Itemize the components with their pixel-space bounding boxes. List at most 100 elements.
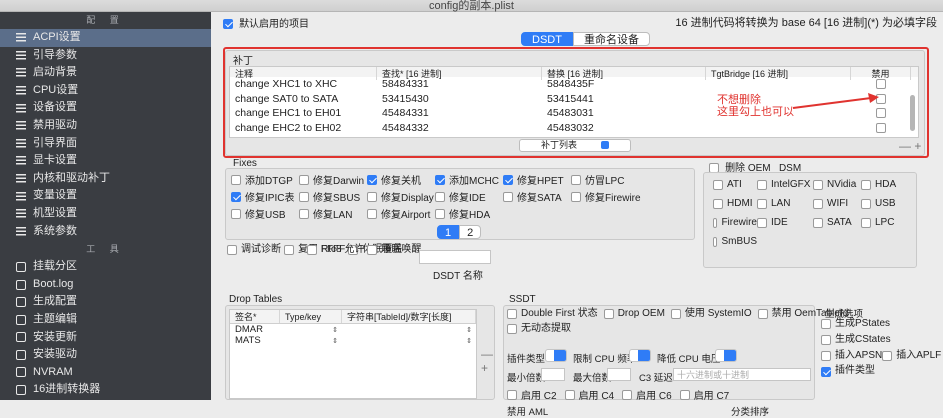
- disable-oemtableid-checkbox[interactable]: [757, 309, 768, 320]
- reuse-ffff-checkbox[interactable]: [284, 245, 295, 256]
- sidebar-item[interactable]: 机型设置: [0, 205, 211, 223]
- gen-option[interactable]: 插件类型: [821, 365, 875, 378]
- fix-option[interactable]: 修复HPET: [503, 172, 571, 187]
- gen-checkbox[interactable]: [821, 350, 831, 361]
- fix-option[interactable]: 修复Display: [367, 189, 435, 204]
- fix-checkbox[interactable]: [367, 208, 377, 219]
- fix-checkbox[interactable]: [435, 208, 445, 219]
- cell-tableid[interactable]: ⇕: [342, 324, 476, 335]
- sidebar-tool[interactable]: 生成配置: [0, 293, 211, 311]
- gen-checkbox[interactable]: [821, 335, 831, 345]
- no-extract-checkbox[interactable]: [507, 323, 517, 334]
- gen-checkbox[interactable]: [821, 366, 831, 377]
- oem-option[interactable]: SmBUS: [713, 236, 757, 247]
- fix-checkbox[interactable]: [435, 174, 445, 185]
- gen-option[interactable]: 插入APLF: [882, 350, 941, 363]
- gen-checkbox[interactable]: [821, 319, 831, 330]
- fix-option[interactable]: 修复IDE: [435, 189, 503, 204]
- fix-option[interactable]: 修复Darwin: [299, 172, 367, 187]
- dsdt-name-input[interactable]: [419, 250, 491, 264]
- max-multi-input[interactable]: [607, 368, 631, 381]
- drop-oem-checkbox[interactable]: [603, 309, 614, 320]
- sidebar-item[interactable]: 引导参数: [0, 47, 211, 65]
- fix-option[interactable]: 添加MCHC: [435, 172, 503, 187]
- cstate-checkbox[interactable]: [622, 389, 633, 400]
- sidebar-item[interactable]: 变量设置: [0, 187, 211, 205]
- oem-option[interactable]: USB: [861, 198, 913, 209]
- fix-checkbox[interactable]: [299, 174, 309, 185]
- cell-signature[interactable]: DMAR: [230, 324, 280, 335]
- table-row[interactable]: MATS ⇕ ⇕: [230, 335, 476, 346]
- double-first-checkbox[interactable]: [507, 309, 517, 320]
- cell-type-key[interactable]: ⇕: [280, 335, 342, 346]
- min-multi-input[interactable]: [541, 368, 565, 381]
- fix-checkbox[interactable]: [231, 174, 241, 185]
- cell-tableid[interactable]: ⇕: [342, 335, 476, 346]
- oem-checkbox[interactable]: [813, 217, 823, 228]
- fix-option[interactable]: 添加DTGP: [231, 172, 299, 187]
- sidebar-tool[interactable]: 挂载分区: [0, 258, 211, 276]
- sleep-wake-checkbox[interactable]: [367, 245, 378, 256]
- gen-checkbox[interactable]: [882, 350, 893, 361]
- oem-option[interactable]: HDMI: [713, 198, 757, 209]
- fix-checkbox[interactable]: [299, 191, 309, 202]
- fix-checkbox[interactable]: [367, 191, 377, 202]
- cstate-checkbox[interactable]: [564, 389, 575, 400]
- fix-option[interactable]: 修复IPIC表: [231, 189, 299, 204]
- oem-option[interactable]: NVidia: [813, 179, 861, 190]
- oem-option[interactable]: Firewire: [713, 217, 757, 228]
- oem-checkbox[interactable]: [861, 179, 871, 190]
- gen-option[interactable]: 生成PStates: [821, 318, 890, 331]
- oem-checkbox[interactable]: [757, 217, 767, 228]
- fix-option[interactable]: 修复关机: [367, 172, 435, 187]
- fix-checkbox[interactable]: [435, 191, 445, 202]
- fix-checkbox[interactable]: [571, 174, 581, 185]
- fix-option[interactable]: 修复Firewire: [571, 189, 661, 204]
- fix-checkbox[interactable]: [503, 174, 513, 185]
- add-drop-table-button[interactable]: +: [481, 361, 493, 375]
- gen-option[interactable]: 插入APSN: [821, 350, 882, 363]
- oem-checkbox[interactable]: [861, 198, 871, 209]
- oem-checkbox[interactable]: [713, 236, 718, 247]
- cstate-checkbox[interactable]: [679, 389, 690, 400]
- oem-option[interactable]: SATA: [813, 217, 861, 228]
- cell-signature[interactable]: MATS: [230, 335, 280, 346]
- fix-option[interactable]: 修复HDA: [435, 206, 503, 221]
- oem-checkbox[interactable]: [757, 179, 767, 190]
- oem-option[interactable]: IntelGFX: [757, 179, 813, 190]
- default-enabled-checkbox[interactable]: [223, 19, 233, 30]
- sidebar-tool[interactable]: 主题编辑: [0, 311, 211, 329]
- plugin-type-select[interactable]: [545, 349, 567, 362]
- sidebar-tool[interactable]: 安装驱动: [0, 346, 211, 364]
- use-systemio-checkbox[interactable]: [670, 309, 681, 320]
- fix-option[interactable]: 修复Airport: [367, 206, 435, 221]
- oem-checkbox[interactable]: [757, 198, 767, 209]
- rtc8-checkbox[interactable]: [307, 245, 317, 256]
- sidebar-item[interactable]: ACPI设置: [0, 29, 211, 47]
- sidebar-item[interactable]: 显卡设置: [0, 152, 211, 170]
- oem-option[interactable]: ATI: [713, 179, 757, 190]
- sidebar-item[interactable]: 启动背景: [0, 64, 211, 82]
- oem-checkbox[interactable]: [813, 198, 823, 209]
- sidebar-tool[interactable]: 安装更新: [0, 329, 211, 347]
- fixes-page-1[interactable]: 1: [437, 225, 460, 239]
- oem-checkbox[interactable]: [713, 198, 723, 209]
- fix-checkbox[interactable]: [503, 191, 513, 202]
- table-row[interactable]: DMAR ⇕ ⇕: [230, 324, 476, 335]
- fixes-page-2[interactable]: 2: [459, 225, 482, 239]
- sidebar-tool[interactable]: NVRAM: [0, 364, 211, 382]
- tab-rename-device[interactable]: 重命名设备: [572, 32, 650, 46]
- sidebar-item[interactable]: 引导界面: [0, 135, 211, 153]
- gen-option[interactable]: 生成CStates: [821, 334, 891, 347]
- sidebar-item[interactable]: 系统参数: [0, 223, 211, 241]
- remove-drop-table-button[interactable]: —: [481, 347, 493, 361]
- sidebar-tool[interactable]: 16进制转换器: [0, 381, 211, 399]
- sidebar-item[interactable]: 禁用驱动: [0, 117, 211, 135]
- debug-checkbox[interactable]: [227, 245, 237, 256]
- oem-checkbox[interactable]: [713, 179, 723, 190]
- limit-cpu-select[interactable]: [629, 349, 651, 362]
- oem-checkbox[interactable]: [813, 179, 823, 190]
- lower-cpu-select[interactable]: [715, 349, 737, 362]
- sidebar-item[interactable]: 内核和驱动补丁: [0, 170, 211, 188]
- oem-checkbox[interactable]: [713, 217, 718, 228]
